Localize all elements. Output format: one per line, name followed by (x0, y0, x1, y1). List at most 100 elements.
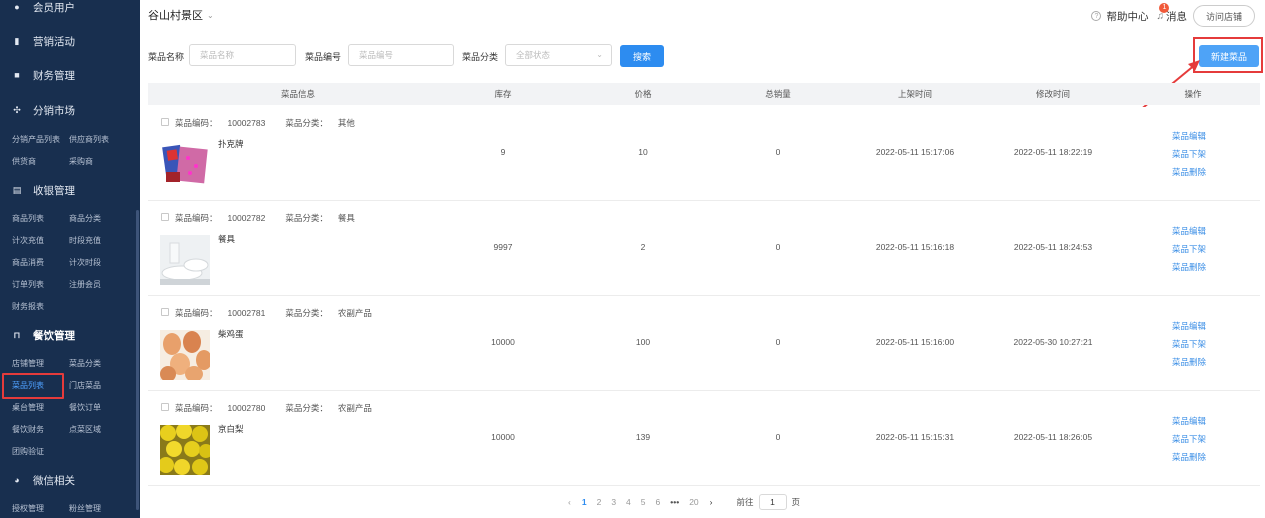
sidebar-item-product-list[interactable]: 商品列表 (12, 212, 44, 226)
unlist-dish-link[interactable]: 菜品下架 (1172, 432, 1206, 446)
sidebar-section-label: 会员用户 (33, 1, 75, 14)
sidebar-item-period-recharge[interactable]: 时段充值 (69, 234, 101, 248)
page-button[interactable]: 5 (641, 497, 646, 507)
sidebar-item-auth-manage[interactable]: 授权管理 (12, 502, 44, 516)
sidebar-scrollbar[interactable] (136, 210, 139, 510)
sidebar-item-count-period[interactable]: 计次时段 (69, 256, 101, 270)
row-checkbox[interactable] (161, 213, 169, 221)
help-icon[interactable]: ? (1091, 11, 1102, 21)
sidebar-section-members[interactable]: ● 会员用户 (12, 0, 75, 16)
wechat-icon: ◕ (14, 475, 20, 485)
page-button[interactable]: 20 (689, 497, 698, 507)
unlist-dish-link[interactable]: 菜品下架 (1172, 242, 1206, 256)
sidebar-item-count-recharge[interactable]: 计次充值 (12, 234, 44, 248)
sidebar-item-product-consume[interactable]: 商品消费 (12, 256, 44, 270)
dish-thumbnail-tableware (160, 235, 210, 285)
sidebar-section-label: 微信相关 (33, 474, 75, 487)
search-button[interactable]: 搜索 (620, 45, 664, 67)
col-stock: 库存 (494, 89, 512, 99)
sidebar-item-product-category[interactable]: 商品分类 (69, 212, 101, 226)
page-button[interactable]: 6 (656, 497, 661, 507)
category-prefix: 菜品分类： (285, 118, 328, 128)
dish-stock: 9 (500, 147, 506, 157)
sidebar-item-store-manage[interactable]: 店铺管理 (12, 357, 44, 371)
sidebar-item-fans-manage[interactable]: 粉丝管理 (69, 502, 101, 516)
visit-store-button[interactable]: 访问店铺 (1192, 5, 1255, 27)
goto-page-input[interactable]: 1 (758, 494, 787, 510)
sidebar-section-label: 餐饮管理 (33, 329, 75, 342)
table-row: 菜品编码： 10002781 菜品分类： 农副产品 柴鸡蛋 10000 100 0 2… (148, 297, 1260, 391)
page-ellipsis[interactable]: ••• (670, 497, 679, 507)
dish-code-input[interactable]: 菜品编号 (348, 44, 454, 66)
sidebar-item-supplier-list[interactable]: 供应商列表 (69, 133, 109, 147)
sidebar-item-groupon-verify[interactable]: 团购验证 (12, 445, 44, 459)
bag-icon: ⊓ (13, 329, 21, 340)
dish-sales: 0 (775, 432, 781, 442)
dish-category: 餐具 (337, 213, 355, 223)
help-center-link[interactable]: 帮助中心 (1106, 9, 1148, 24)
bell-icon[interactable]: ♫ 1 (1156, 2, 1170, 22)
sidebar-item-purchaser[interactable]: 采购商 (69, 155, 93, 169)
dish-listed-time: 2022-05-11 15:16:18 (875, 242, 955, 252)
sidebar-section-wechat[interactable]: ◕ 微信相关 (12, 471, 75, 489)
dish-code-placeholder: 菜品编号 (359, 50, 394, 60)
col-dish-info: 菜品信息 (280, 89, 315, 99)
dish-thumbnail-playing-cards (160, 140, 210, 190)
messages-link[interactable]: 消息 (1166, 9, 1187, 24)
dish-name-label: 菜品名称 (148, 52, 185, 62)
row-checkbox[interactable] (161, 308, 169, 316)
sidebar-section-catering[interactable]: ⊓ 餐饮管理 (12, 326, 75, 344)
row-meta: 菜品编码： 10002783 菜品分类： 其他 (175, 117, 375, 129)
dish-name-input[interactable]: 菜品名称 (189, 44, 296, 66)
delete-dish-link[interactable]: 菜品删除 (1172, 165, 1206, 179)
unlist-dish-link[interactable]: 菜品下架 (1172, 337, 1206, 351)
row-checkbox[interactable] (161, 403, 169, 411)
page-button[interactable]: 2 (597, 497, 602, 507)
row-checkbox[interactable] (161, 118, 169, 126)
sidebar-item-catering-finance[interactable]: 餐饮财务 (12, 423, 44, 437)
sidebar-section-cashier[interactable]: ▤ 收银管理 (12, 181, 75, 199)
dish-code: 10002781 (227, 308, 266, 318)
sidebar-item-order-list[interactable]: 订单列表 (12, 278, 44, 292)
dish-price: 139 (635, 432, 651, 442)
sidebar-item-supplier[interactable]: 供货商 (12, 155, 36, 169)
edit-dish-link[interactable]: 菜品编辑 (1172, 414, 1206, 428)
code-prefix: 菜品编码： (175, 308, 218, 318)
sidebar-item-distribution-products[interactable]: 分销产品列表 (12, 133, 60, 147)
dish-listed-time: 2022-05-11 15:16:00 (875, 337, 955, 347)
edit-dish-link[interactable]: 菜品编辑 (1172, 129, 1206, 143)
chevron-right-icon[interactable]: › (710, 497, 713, 507)
edit-dish-link[interactable]: 菜品编辑 (1172, 224, 1206, 238)
dish-modified-time: 2022-05-11 18:22:19 (1013, 147, 1093, 157)
dish-price: 10 (638, 147, 648, 157)
page-button[interactable]: 3 (611, 497, 616, 507)
page-button[interactable]: 1 (582, 497, 587, 507)
sidebar-section-marketing[interactable]: ▮ 营销活动 (12, 32, 75, 50)
sidebar-item-catering-orders[interactable]: 餐饮订单 (69, 401, 101, 415)
store-selector[interactable]: 谷山村景区 ⌄ (148, 7, 214, 23)
table-row: 菜品编码： 10002782 菜品分类： 餐具 餐具 9997 2 0 2022-05… (148, 202, 1260, 296)
sidebar-section-finance[interactable]: ■ 财务管理 (12, 66, 75, 84)
page-button[interactable]: 4 (626, 497, 631, 507)
sidebar-item-store-dishes[interactable]: 门店菜品 (69, 379, 101, 393)
sidebar-item-table-manage[interactable]: 桌台管理 (12, 401, 44, 415)
dish-modified-time: 2022-05-30 10:27:21 (1013, 337, 1093, 347)
table-header: 菜品信息 库存 价格 总销量 上架时间 修改时间 操作 (148, 83, 1260, 105)
chevron-left-icon[interactable]: ‹ (568, 497, 571, 507)
table-row: 菜品编码： 10002783 菜品分类： 其他 扑克牌 9 10 0 2022-05-… (148, 107, 1260, 201)
sidebar-item-order-area[interactable]: 点菜区域 (69, 423, 101, 437)
delete-dish-link[interactable]: 菜品删除 (1172, 450, 1206, 464)
unlist-dish-link[interactable]: 菜品下架 (1172, 147, 1206, 161)
sidebar-item-register-member[interactable]: 注册会员 (69, 278, 101, 292)
dish-category-select[interactable]: 全部状态 ⌄ (505, 44, 612, 66)
delete-dish-link[interactable]: 菜品删除 (1172, 260, 1206, 274)
sidebar-item-finance-report[interactable]: 财务报表 (12, 300, 44, 314)
sidebar-section-distribution[interactable]: ✣ 分销市场 (12, 101, 75, 119)
edit-dish-link[interactable]: 菜品编辑 (1172, 319, 1206, 333)
sidebar-section-label: 收银管理 (33, 184, 75, 197)
delete-dish-link[interactable]: 菜品删除 (1172, 355, 1206, 369)
dish-price: 100 (635, 337, 651, 347)
sidebar-item-dish-category[interactable]: 菜品分类 (69, 357, 101, 371)
dish-sales: 0 (775, 337, 781, 347)
goto-label: 前往 (736, 497, 754, 507)
